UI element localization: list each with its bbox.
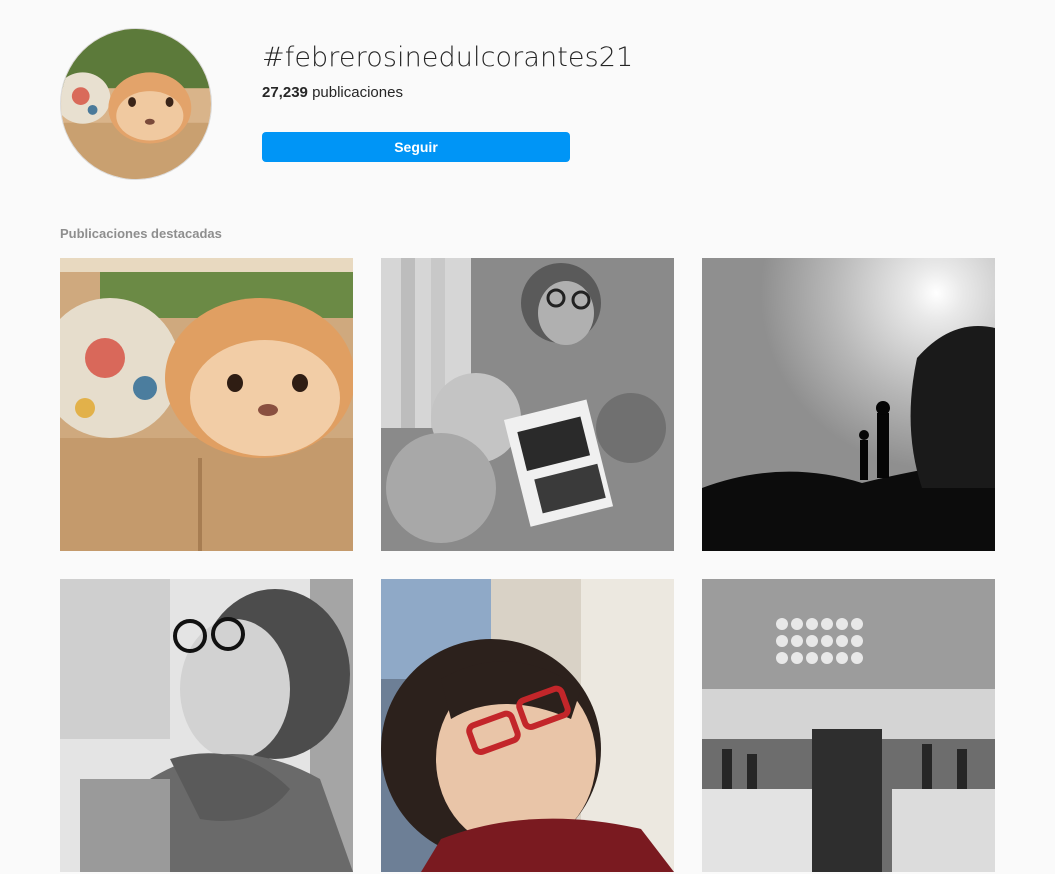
post-tile-woman-scarf[interactable] [60, 579, 353, 872]
rabbit-image [61, 29, 211, 179]
hashtag-avatar [60, 28, 212, 180]
post-tile-family[interactable] [381, 258, 674, 551]
post-tile-silhouettes[interactable] [702, 258, 995, 551]
section-title: Publicaciones destacadas [60, 226, 222, 241]
woman-scarf-photo [60, 579, 353, 872]
post-count-label: publicaciones [312, 84, 403, 101]
sunset-photo [702, 258, 995, 551]
post-tile-restaurant[interactable] [702, 579, 995, 872]
restaurant-photo [702, 579, 995, 872]
profile-header: #febrerosinedulcorantes21 27,239 publica… [0, 0, 1055, 200]
hashtag-title: #febrerosinedulcorantes21 [262, 42, 634, 73]
post-count: 27,239 publicaciones [262, 84, 403, 101]
red-glasses-photo [381, 579, 674, 872]
post-tile-rabbit[interactable] [60, 258, 353, 551]
rabbit-photo [60, 258, 353, 551]
post-count-number: 27,239 [262, 84, 308, 101]
follow-button[interactable]: Seguir [262, 132, 570, 162]
family-photo [381, 258, 674, 551]
post-tile-red-glasses[interactable] [381, 579, 674, 872]
